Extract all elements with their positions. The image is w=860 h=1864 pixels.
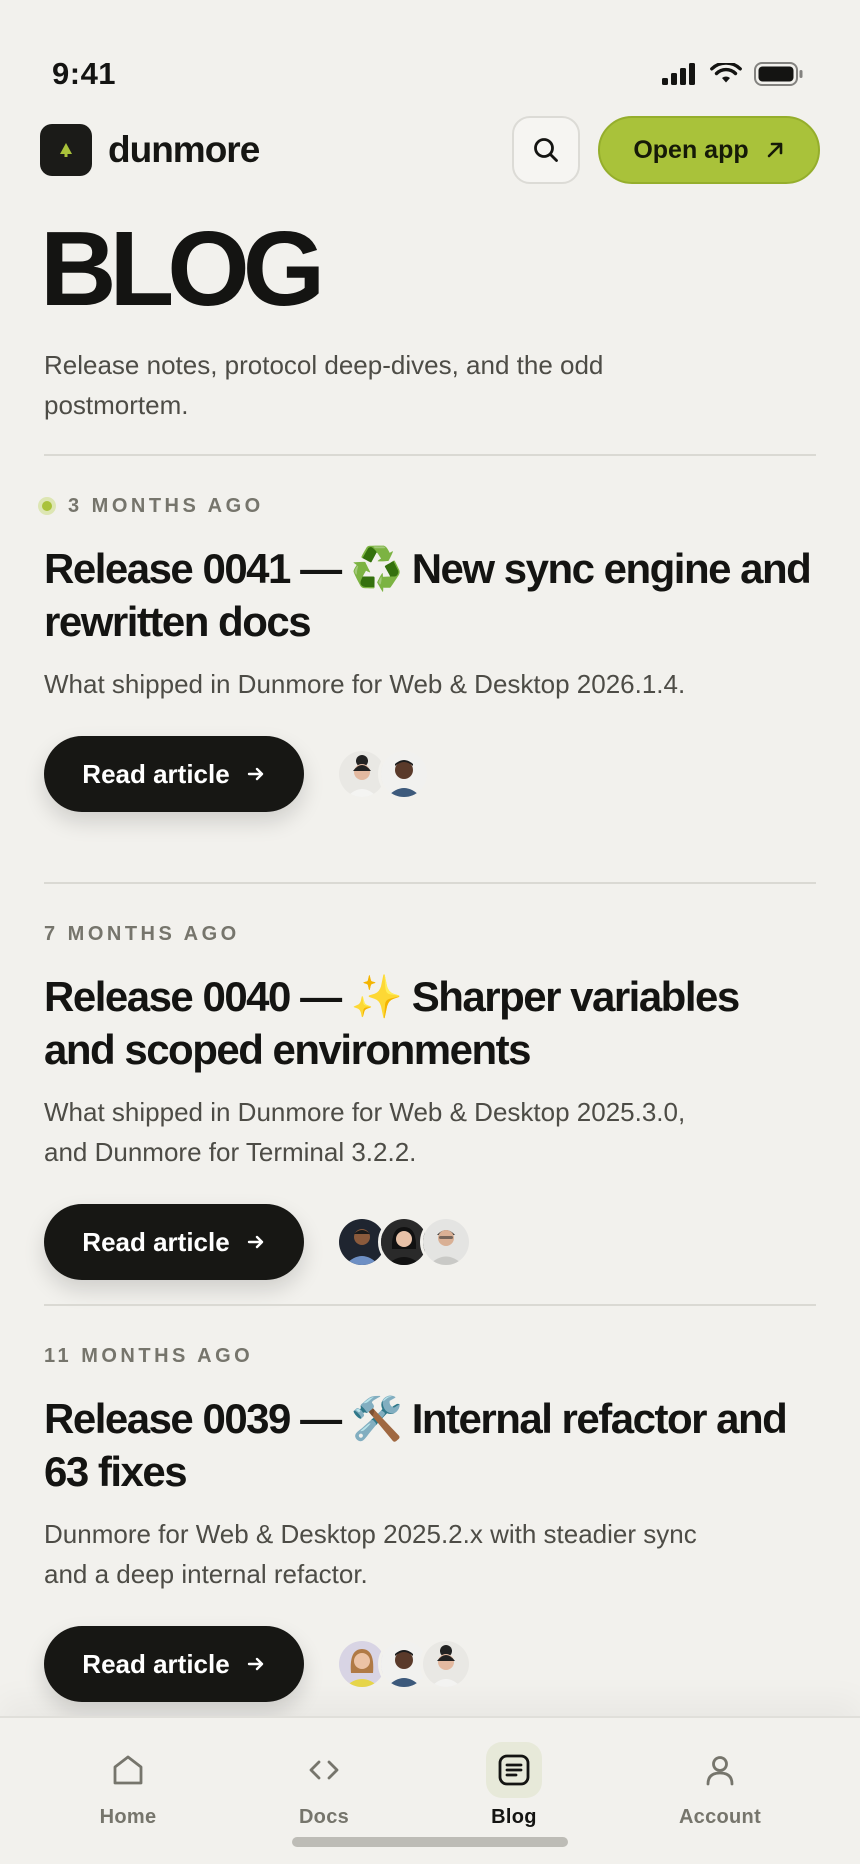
blog-icon bbox=[498, 1754, 530, 1786]
tab-account[interactable]: Account bbox=[650, 1742, 790, 1829]
tab-icon-container bbox=[100, 1742, 156, 1798]
post-title[interactable]: Release 0040 — ✨ Sharper variables and s… bbox=[44, 970, 816, 1076]
post-date-label: 3 MONTHS AGO bbox=[68, 494, 264, 517]
post-excerpt: What shipped in Dunmore for Web & Deskto… bbox=[44, 669, 686, 699]
search-icon bbox=[534, 138, 558, 162]
tab-icon-container bbox=[486, 1742, 542, 1798]
status-time: 9:41 bbox=[52, 56, 117, 91]
read-article-button[interactable]: Read article bbox=[44, 1626, 304, 1702]
home-indicator[interactable] bbox=[292, 1837, 568, 1847]
post-actions: Read article bbox=[44, 1204, 816, 1280]
search-button[interactable] bbox=[512, 116, 580, 184]
post-title[interactable]: Release 0041 — ♻️ New sync engine and re… bbox=[44, 542, 816, 648]
post-excerpt: What shipped in Dunmore for Web & Deskto… bbox=[44, 1097, 686, 1167]
arrow-up-right-icon bbox=[767, 142, 782, 158]
arrow-right-icon bbox=[247, 1235, 263, 1249]
tab-icon-container bbox=[296, 1742, 352, 1798]
tab-icon-container bbox=[692, 1742, 748, 1798]
post-date: 3 MONTHS AGO bbox=[38, 494, 816, 518]
tab-blog[interactable]: Blog bbox=[444, 1742, 584, 1829]
read-article-button[interactable]: Read article bbox=[44, 1204, 304, 1280]
wifi-icon bbox=[710, 63, 742, 83]
post-card: 11 MONTHS AGO Release 0039 — 🛠️ Internal… bbox=[44, 1304, 816, 1702]
arrow-right-icon bbox=[247, 767, 263, 781]
post-date-label: 7 MONTHS AGO bbox=[44, 922, 240, 945]
read-article-label: Read article bbox=[82, 1648, 230, 1679]
tab-label: Blog bbox=[491, 1806, 537, 1828]
blog-screen: 9:41 dunmore Open app BLOG Release notes… bbox=[0, 0, 860, 1864]
page-title: BLOG bbox=[40, 210, 325, 328]
tab-label: Account bbox=[678, 1806, 762, 1828]
new-indicator-dot bbox=[38, 497, 56, 515]
status-icons bbox=[662, 62, 804, 86]
code-icon bbox=[309, 1760, 339, 1780]
home-icon bbox=[113, 1755, 143, 1785]
read-article-button[interactable]: Read article bbox=[44, 736, 304, 812]
cellular-signal-icon bbox=[662, 63, 695, 85]
tab-label: Docs bbox=[298, 1806, 350, 1828]
brand-logo[interactable] bbox=[40, 124, 92, 176]
read-article-label: Read article bbox=[82, 758, 230, 789]
post-card: 7 MONTHS AGO Release 0040 — ✨ Sharper va… bbox=[44, 882, 816, 1280]
author-avatars bbox=[336, 1216, 472, 1268]
open-app-label: Open app bbox=[633, 135, 749, 164]
open-app-button[interactable]: Open app bbox=[598, 116, 820, 184]
post-card: 3 MONTHS AGO Release 0041 — ♻️ New sync … bbox=[38, 454, 816, 812]
battery-icon bbox=[754, 62, 803, 86]
author-avatars bbox=[336, 1638, 472, 1690]
post-actions: Read article bbox=[44, 736, 816, 812]
arrow-right-icon bbox=[247, 1657, 263, 1671]
tab-docs[interactable]: Docs bbox=[254, 1742, 394, 1829]
read-article-label: Read article bbox=[82, 1226, 230, 1257]
author-avatars bbox=[336, 748, 430, 800]
status-bar: 9:41 bbox=[52, 52, 808, 96]
post-actions: Read article bbox=[44, 1626, 816, 1702]
tab-home[interactable]: Home bbox=[58, 1742, 198, 1829]
post-excerpt: Dunmore for Web & Desktop 2025.2.x with … bbox=[44, 1519, 697, 1589]
brand-name[interactable]: dunmore bbox=[108, 129, 260, 171]
tab-label: Home bbox=[99, 1806, 157, 1828]
account-icon bbox=[706, 1756, 734, 1786]
author-avatar[interactable] bbox=[420, 1216, 472, 1268]
post-date: 11 MONTHS AGO bbox=[44, 1344, 816, 1368]
author-avatar[interactable] bbox=[420, 1638, 472, 1690]
author-avatar[interactable] bbox=[378, 748, 430, 800]
app-header: dunmore Open app bbox=[40, 116, 820, 184]
page-subtitle: Release notes, protocol deep-dives, and … bbox=[44, 350, 604, 420]
post-title[interactable]: Release 0039 — 🛠️ Internal refactor and … bbox=[44, 1392, 816, 1498]
post-date: 7 MONTHS AGO bbox=[44, 922, 816, 946]
post-date-label: 11 MONTHS AGO bbox=[44, 1344, 254, 1367]
tree-logo-icon bbox=[60, 143, 72, 157]
